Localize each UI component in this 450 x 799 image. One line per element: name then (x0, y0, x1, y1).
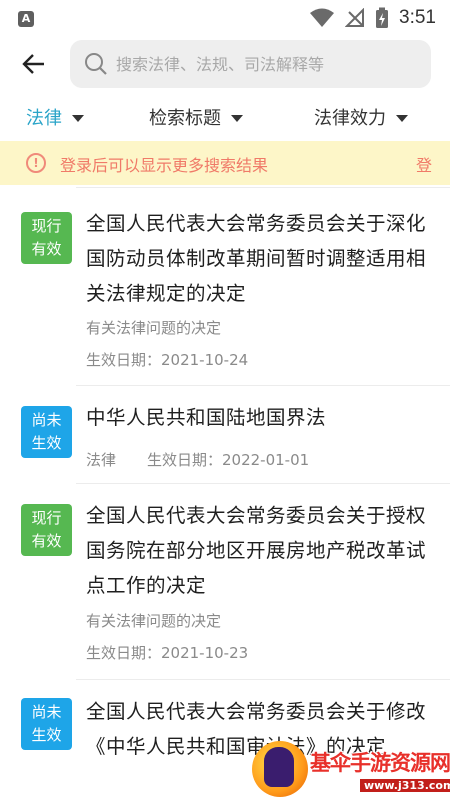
search-icon (85, 53, 107, 75)
item-category: 法律 (86, 451, 117, 469)
search-bar[interactable] (70, 40, 431, 88)
status-badge-line: 生效 (31, 726, 62, 744)
list-item[interactable]: 现行 有效 全国人民代表大会常务委员会关于授权国务院在部分地区开展房地产税改革试… (0, 484, 450, 680)
status-icons: 3:51 (309, 6, 436, 30)
watermark-logo (252, 741, 308, 797)
status-bar: A 3:51 (0, 0, 450, 36)
wifi-icon (310, 8, 335, 27)
list-item[interactable]: 尚未 生效 中华人民共和国陆地国界法 法律 生效日期：2022-01-01 (0, 386, 450, 484)
clock: 3:51 (399, 7, 436, 28)
status-badge: 尚未 生效 (21, 406, 72, 458)
app-notification-icon: A (18, 11, 34, 27)
status-badge-line: 生效 (31, 434, 62, 452)
item-title: 中华人民共和国陆地国界法 (86, 406, 327, 429)
notice-text-overflow: 登 (416, 156, 433, 175)
caret-down-icon (72, 114, 84, 122)
list-item[interactable]: 现行 有效 全国人民代表大会常务委员会关于深化国防动员体制改革期间暂时调整适用相… (0, 188, 450, 386)
filter-search-scope[interactable]: 检索标题 (149, 104, 243, 130)
item-effective-date: 生效日期：2021-10-23 (86, 644, 249, 662)
caret-down-icon (396, 114, 408, 122)
filter-legal-effect[interactable]: 法律效力 (314, 104, 408, 130)
filter-label: 法律效力 (314, 108, 386, 129)
filter-bar: 法律 检索标题 法律效力 (0, 96, 450, 138)
site-watermark: 基伞手游资源网 www.j313.com (252, 737, 450, 799)
item-effective-date: 生效日期：2022-01-01 (147, 451, 310, 469)
status-badge-line: 现行 (31, 509, 62, 527)
top-bar (0, 36, 450, 92)
back-button[interactable] (14, 48, 54, 80)
item-title: 全国人民代表大会常务委员会关于授权国务院在部分地区开展房地产税改革试点工作的决定 (86, 504, 427, 597)
arrow-left-icon (22, 54, 44, 74)
status-badge-line: 有效 (31, 240, 62, 258)
status-badge-line: 现行 (31, 217, 62, 235)
status-badge: 尚未 生效 (21, 698, 72, 750)
filter-label: 检索标题 (149, 108, 221, 129)
status-badge: 现行 有效 (21, 504, 72, 556)
item-title: 全国人民代表大会常务委员会关于深化国防动员体制改革期间暂时调整适用相关法律规定的… (86, 212, 427, 305)
search-input[interactable] (116, 54, 406, 74)
watermark-url: www.j313.com (360, 779, 450, 792)
notice-text: 登录后可以显示更多搜索结果 (60, 156, 269, 175)
item-effective-date: 生效日期：2021-10-24 (86, 351, 249, 369)
info-icon: ! (26, 153, 46, 173)
login-notice-banner[interactable]: ! 登录后可以显示更多搜索结果 登 (0, 141, 450, 185)
status-badge-line: 有效 (31, 532, 62, 550)
battery-charging-icon (376, 7, 389, 28)
filter-law-type[interactable]: 法律 (26, 104, 84, 130)
status-badge-line: 尚未 (31, 411, 62, 429)
watermark-character (264, 747, 294, 787)
no-signal-icon (345, 8, 365, 27)
status-badge-line: 尚未 (31, 703, 62, 721)
watermark-title: 基伞手游资源网 (310, 751, 450, 775)
item-category: 有关法律问题的决定 (86, 612, 222, 630)
item-category: 有关法律问题的决定 (86, 319, 222, 337)
filter-label: 法律 (26, 108, 62, 129)
caret-down-icon (231, 114, 243, 122)
status-badge: 现行 有效 (21, 212, 72, 264)
